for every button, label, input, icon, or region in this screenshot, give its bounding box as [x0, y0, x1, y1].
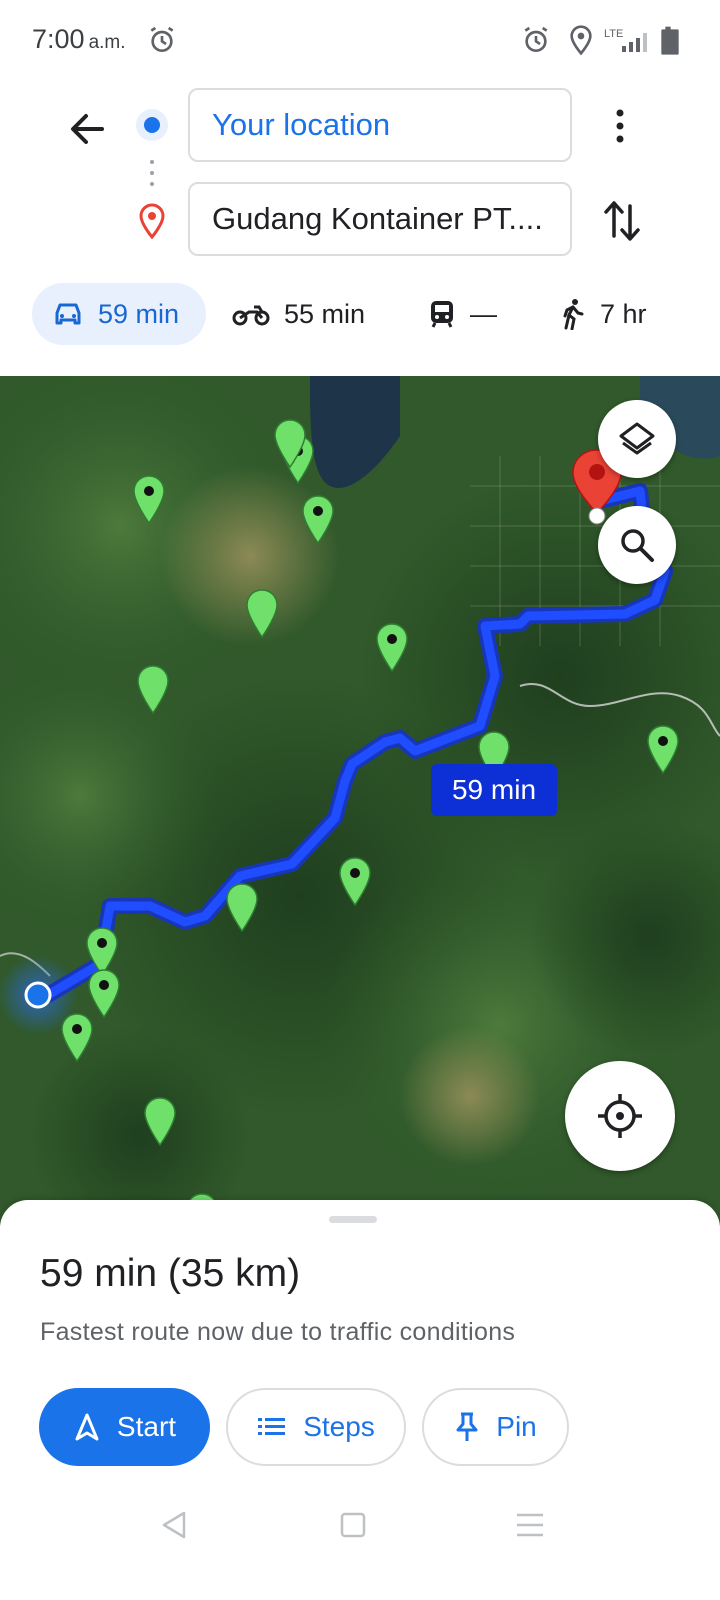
start-button[interactable]: Start	[39, 1388, 210, 1466]
swap-directions-icon[interactable]	[600, 196, 644, 246]
car-icon	[55, 303, 81, 325]
nav-back-icon[interactable]	[154, 1505, 194, 1545]
mode-duration: —	[470, 298, 497, 329]
steps-button-label: Steps	[303, 1411, 375, 1442]
steps-button[interactable]: Steps	[226, 1388, 406, 1466]
destination-input[interactable]: Gudang Kontainer PT....	[188, 182, 572, 256]
mode-tab-transit[interactable]: —	[428, 283, 528, 345]
layers-icon	[619, 422, 655, 455]
start-button-label: Start	[116, 1411, 177, 1442]
battery-icon	[661, 26, 679, 55]
transit-icon	[431, 301, 453, 328]
mode-duration: 55 min	[284, 298, 366, 329]
mode-tab-car[interactable]: 59 min	[32, 283, 206, 345]
search-along-route-button[interactable]	[598, 506, 676, 584]
sheet-drag-handle[interactable]	[329, 1216, 377, 1223]
origin-input[interactable]: Your location	[188, 88, 572, 162]
alarm-icon	[150, 26, 174, 52]
list-icon	[258, 1418, 286, 1435]
search-icon	[621, 529, 654, 562]
route-bottom-sheet[interactable]: 59 min (35 km) Fastest route now due to …	[0, 1200, 720, 1600]
route-duration-label[interactable]: 59 min	[431, 764, 557, 816]
route-duration-distance: 59 min (35 km)	[40, 1252, 301, 1295]
more-options-icon[interactable]	[600, 102, 640, 152]
lte-signal-icon	[622, 33, 647, 52]
mode-tab-motorcycle[interactable]: 55 min	[232, 283, 392, 345]
route-note: Fastest route now due to traffic conditi…	[40, 1318, 516, 1346]
location-icon	[570, 25, 592, 56]
pin-button[interactable]: Pin	[422, 1388, 569, 1466]
layers-button[interactable]	[598, 400, 676, 478]
mode-duration: 59 min	[98, 298, 180, 329]
navigation-arrow-icon	[75, 1413, 99, 1441]
destination-marker-icon	[139, 203, 165, 239]
status-time-ampm: a.m.	[88, 32, 126, 53]
my-location-icon	[598, 1094, 642, 1138]
mode-tab-walk[interactable]: 7 hr	[560, 283, 690, 345]
status-time-value: 7:00	[32, 24, 85, 54]
map-view[interactable]: 59 min	[0, 376, 720, 1226]
pin-icon	[456, 1412, 478, 1441]
alarm-icon	[524, 26, 548, 52]
nav-menu-icon[interactable]	[510, 1505, 550, 1545]
my-location-button[interactable]	[565, 1061, 675, 1171]
back-arrow-icon[interactable]	[62, 104, 112, 154]
nav-home-icon[interactable]	[333, 1505, 373, 1545]
mode-duration: 7 hr	[600, 298, 647, 329]
motorcycle-icon	[232, 305, 270, 326]
origin-dot-icon	[136, 109, 168, 141]
status-time: 7:00 a.m.	[32, 24, 126, 55]
walk-icon	[563, 299, 584, 330]
status-bar: 7:00 a.m. LTE	[0, 0, 720, 80]
route-connector-dots	[150, 160, 154, 190]
pin-button-label: Pin	[496, 1411, 537, 1442]
